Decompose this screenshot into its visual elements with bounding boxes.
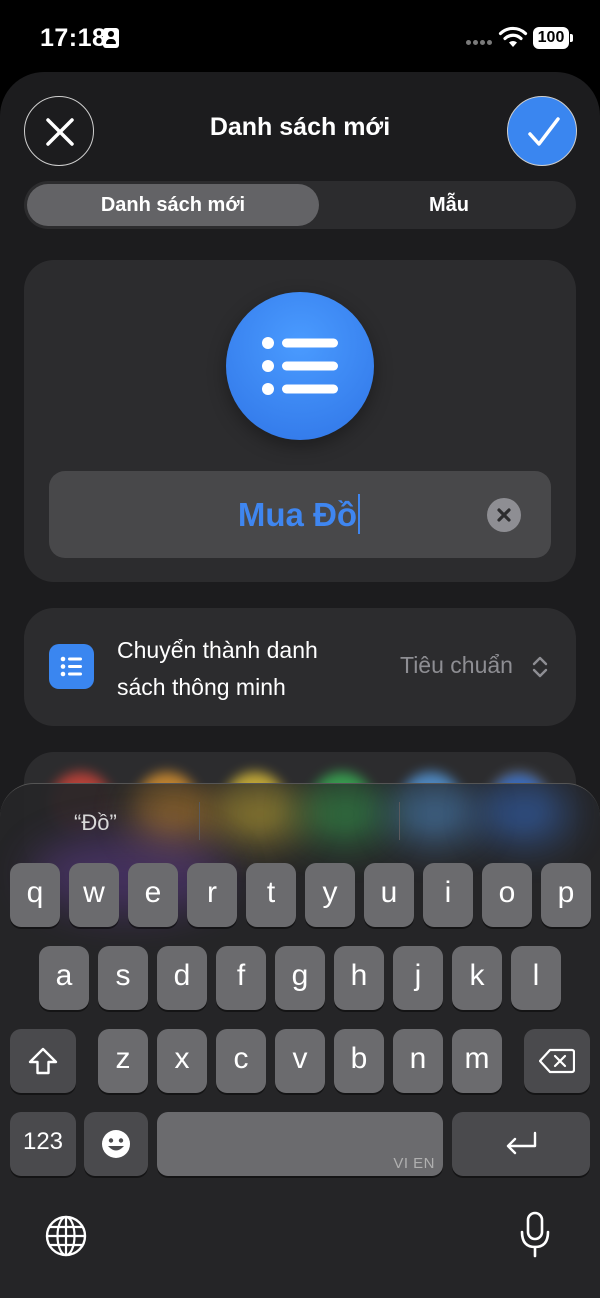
key-m[interactable]: m bbox=[452, 1029, 502, 1093]
checkmark-icon bbox=[528, 117, 560, 146]
key-y[interactable]: y bbox=[305, 863, 355, 927]
clear-x-icon bbox=[497, 508, 511, 522]
clear-text-button[interactable] bbox=[487, 498, 521, 532]
globe-icon[interactable] bbox=[44, 1214, 88, 1258]
space-key[interactable]: VI EN bbox=[157, 1112, 443, 1176]
key-i[interactable]: i bbox=[423, 863, 473, 927]
battery-level: 100 bbox=[533, 27, 569, 49]
key-s[interactable]: s bbox=[98, 946, 148, 1010]
key-u[interactable]: u bbox=[364, 863, 414, 927]
battery-tip bbox=[570, 34, 573, 42]
close-icon bbox=[46, 118, 74, 146]
key-f[interactable]: f bbox=[216, 946, 266, 1010]
page-title: Danh sách mới bbox=[209, 113, 391, 141]
signal-dots-icon bbox=[466, 40, 492, 46]
space-language-label: VI EN bbox=[393, 1155, 435, 1172]
key-v[interactable]: v bbox=[275, 1029, 325, 1093]
key-c[interactable]: c bbox=[216, 1029, 266, 1093]
key-b[interactable]: b bbox=[334, 1029, 384, 1093]
key-a[interactable]: a bbox=[39, 946, 89, 1010]
key-x[interactable]: x bbox=[157, 1029, 207, 1093]
small-list-icon bbox=[60, 656, 82, 677]
return-arrow-icon bbox=[506, 1131, 537, 1155]
smart-list-icon bbox=[49, 644, 94, 689]
smart-list-value[interactable]: Tiêu chuẩn bbox=[400, 652, 513, 679]
smart-list-label: Chuyển thành danh sách thông minh bbox=[117, 637, 318, 700]
key-g[interactable]: g bbox=[275, 946, 325, 1010]
done-button[interactable] bbox=[507, 96, 577, 166]
segment-templates[interactable]: Mẫu bbox=[323, 184, 575, 226]
key-e[interactable]: e bbox=[128, 863, 178, 927]
delete-key[interactable] bbox=[524, 1029, 590, 1093]
key-t[interactable]: t bbox=[246, 863, 296, 927]
emoji-key[interactable] bbox=[84, 1112, 148, 1176]
shift-key[interactable] bbox=[10, 1029, 76, 1093]
suggestion-divider bbox=[399, 802, 400, 840]
bulleted-list-icon bbox=[262, 337, 338, 395]
wifi-icon bbox=[498, 26, 528, 47]
key-k[interactable]: k bbox=[452, 946, 502, 1010]
suggestion-item[interactable]: “Đồ” bbox=[74, 810, 117, 836]
text-caret bbox=[358, 494, 361, 535]
contact-card-icon bbox=[103, 28, 119, 48]
status-bar: 17:18 100 bbox=[0, 0, 600, 72]
segment-new-list[interactable]: Danh sách mới bbox=[27, 184, 319, 226]
list-name-input[interactable]: Mua Đồ bbox=[49, 471, 551, 558]
chevron-up-down-icon bbox=[532, 656, 548, 678]
key-l[interactable]: l bbox=[511, 946, 561, 1010]
emoji-icon bbox=[102, 1130, 130, 1158]
numbers-key[interactable]: 123 bbox=[10, 1112, 76, 1176]
status-time: 17:18 bbox=[40, 24, 107, 52]
microphone-icon[interactable] bbox=[518, 1210, 552, 1260]
return-key[interactable] bbox=[452, 1112, 590, 1176]
close-button[interactable] bbox=[24, 96, 94, 166]
key-d[interactable]: d bbox=[157, 946, 207, 1010]
key-w[interactable]: w bbox=[69, 863, 119, 927]
key-r[interactable]: r bbox=[187, 863, 237, 927]
suggestion-divider bbox=[199, 802, 200, 840]
list-type-segmented-control: Danh sách mới Mẫu bbox=[24, 181, 576, 229]
key-z[interactable]: z bbox=[98, 1029, 148, 1093]
key-h[interactable]: h bbox=[334, 946, 384, 1010]
key-o[interactable]: o bbox=[482, 863, 532, 927]
key-q[interactable]: q bbox=[10, 863, 60, 927]
backspace-icon bbox=[539, 1048, 575, 1074]
key-j[interactable]: j bbox=[393, 946, 443, 1010]
list-name-value: Mua Đồ bbox=[237, 496, 358, 533]
key-n[interactable]: n bbox=[393, 1029, 443, 1093]
shift-arrow-icon bbox=[28, 1047, 58, 1075]
key-p[interactable]: p bbox=[541, 863, 591, 927]
list-icon-preview[interactable] bbox=[226, 292, 374, 440]
